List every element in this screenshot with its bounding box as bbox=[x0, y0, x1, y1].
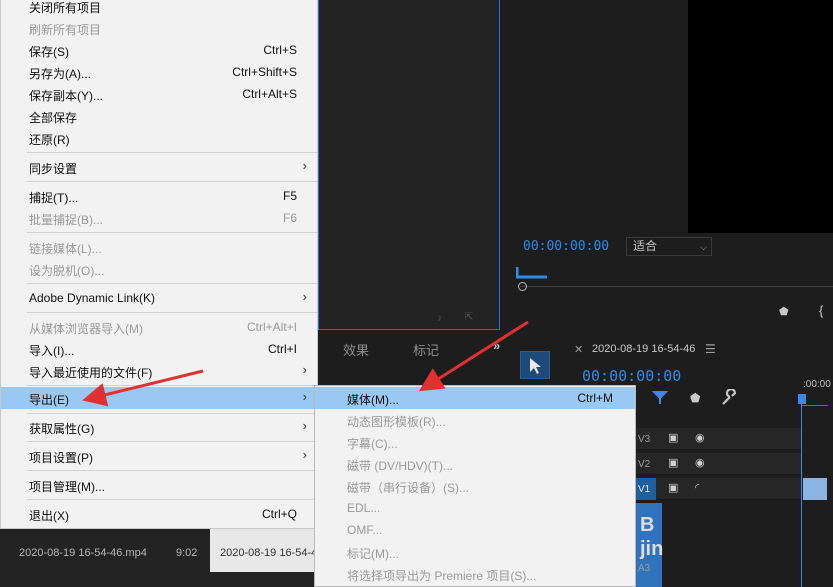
arrow-to-media-item bbox=[418, 320, 529, 392]
arrow-to-export-menu bbox=[82, 369, 204, 407]
annotation-arrows bbox=[82, 320, 529, 407]
